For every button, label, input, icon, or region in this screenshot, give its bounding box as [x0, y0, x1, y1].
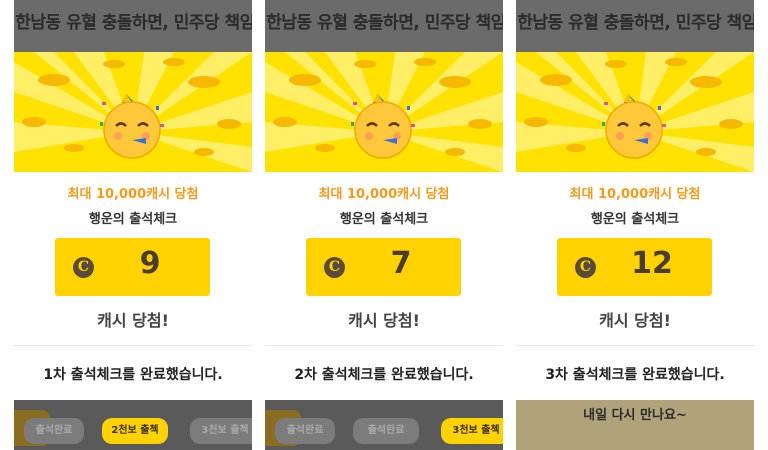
stage-selector: 출석완료 출석완료 3천보 출첵 — [265, 400, 503, 450]
attendance-screen-1: 동 “한남동 유혈 충돌하면, 민주당 책임 — [14, 0, 252, 450]
attendance-screen-3: 동 “한남동 유혈 충돌하면, 민주당 책임 — [516, 0, 754, 450]
page-title: 행운의 출석체크 — [590, 212, 680, 227]
farewell-message: 내일 다시 만나요~ — [583, 408, 687, 423]
cash-won-label: 캐시 당첨! — [348, 311, 420, 330]
max-prize-label: 최대 10,000캐시 당첨 — [67, 187, 199, 202]
attendance-screen-2: 동 “한남동 유혈 충돌하면, 민주당 책임 — [265, 0, 503, 450]
news-headline: 동 “한남동 유혈 충돌하면, 민주당 책임 — [516, 13, 754, 33]
divider — [265, 345, 503, 346]
coin-icon: C — [324, 257, 345, 278]
news-headline: 동 “한남동 유혈 충돌하면, 민주당 책임 — [265, 13, 503, 33]
party-face-icon — [351, 94, 415, 159]
party-face-icon — [100, 94, 164, 159]
max-prize-label: 최대 10,000캐시 당첨 — [318, 187, 450, 202]
completion-message: 3차 출석체크를 완료했습니다. — [545, 367, 725, 383]
cash-amount: 12 — [631, 246, 673, 281]
stage-chip-3[interactable]: 3천보 출첵 — [441, 418, 503, 444]
stage-chip-2[interactable]: 2천보 출첵 — [102, 418, 168, 444]
page-title: 행운의 출석체크 — [339, 212, 429, 227]
news-ticker[interactable]: 동 “한남동 유혈 충돌하면, 민주당 책임 — [516, 0, 754, 52]
party-face-icon — [602, 94, 666, 159]
stage-chip-1[interactable]: 출석완료 — [275, 418, 335, 444]
max-prize-label: 최대 10,000캐시 당첨 — [569, 187, 701, 202]
news-headline: 동 “한남동 유혈 충돌하면, 민주당 책임 — [14, 13, 252, 33]
cash-won-label: 캐시 당첨! — [97, 311, 169, 330]
cash-amount: 7 — [390, 246, 412, 281]
news-ticker[interactable]: 동 “한남동 유혈 충돌하면, 민주당 책임 — [265, 0, 503, 52]
completion-message: 2차 출석체크를 완료했습니다. — [294, 367, 474, 383]
stage-selector: 출석완료 2천보 출첵 3천보 출첵 — [14, 400, 252, 450]
page-title: 행운의 출석체크 — [88, 212, 178, 227]
cash-amount: 9 — [139, 246, 161, 281]
divider — [14, 345, 252, 346]
divider — [516, 345, 754, 346]
stage-chip-1[interactable]: 출석완료 — [24, 418, 84, 444]
cash-counter: C 7 — [306, 238, 461, 296]
cash-counter: C 12 — [557, 238, 712, 296]
completion-message: 1차 출석체크를 완료했습니다. — [43, 367, 223, 383]
cash-won-label: 캐시 당첨! — [599, 311, 671, 330]
coin-icon: C — [73, 257, 94, 278]
stage-chip-2[interactable]: 출석완료 — [353, 418, 419, 444]
coin-icon: C — [575, 257, 596, 278]
news-ticker[interactable]: 동 “한남동 유혈 충돌하면, 민주당 책임 — [14, 0, 252, 52]
farewell-bar: 내일 다시 만나요~ — [516, 400, 754, 450]
stage-chip-3[interactable]: 3천보 출첵 — [190, 418, 252, 444]
cash-counter: C 9 — [55, 238, 210, 296]
